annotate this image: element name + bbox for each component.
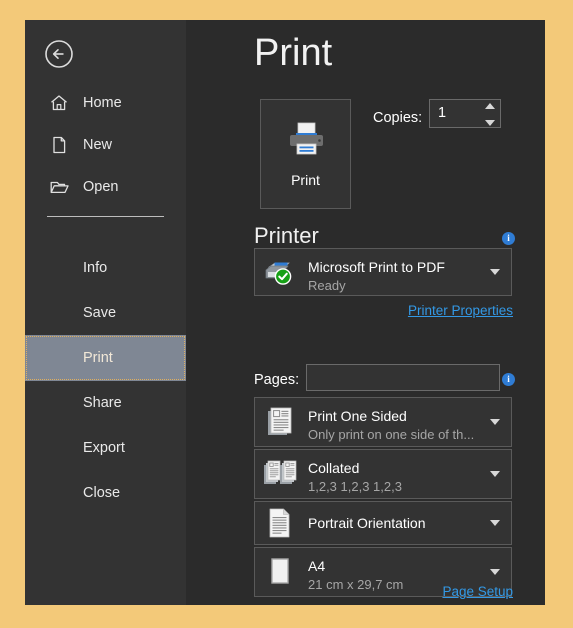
back-button[interactable]: [43, 38, 75, 70]
spinner-up-icon[interactable]: [484, 103, 495, 109]
sidebar-item-label: Print: [83, 350, 113, 366]
sidebar-item-save[interactable]: Save: [25, 293, 186, 333]
printer-ready-icon: [263, 255, 297, 289]
pages-input[interactable]: [306, 364, 500, 391]
sidebar-item-label: Close: [83, 485, 121, 501]
print-button-label: Print: [291, 172, 320, 188]
spinner-down-icon[interactable]: [484, 120, 495, 126]
page-setup-link[interactable]: Page Setup: [442, 584, 513, 599]
sidebar-item-open[interactable]: Open: [25, 167, 186, 207]
chevron-down-icon[interactable]: [490, 419, 500, 425]
sidebar-item-label: Open: [83, 179, 119, 195]
printer-info-icon[interactable]: i: [502, 232, 515, 245]
copies-spinner[interactable]: [484, 103, 495, 126]
collation-subtitle: 1,2,3 1,2,3 1,2,3: [308, 479, 402, 494]
print-button[interactable]: Print: [260, 99, 351, 209]
home-icon: [47, 91, 71, 115]
collation-select[interactable]: Collated 1,2,3 1,2,3 1,2,3: [254, 449, 512, 499]
printer-status: Ready: [308, 278, 346, 293]
printer-icon: [285, 120, 327, 158]
back-arrow-icon: [45, 40, 73, 68]
printer-name: Microsoft Print to PDF: [308, 259, 445, 275]
sidebar-item-label: Save: [83, 305, 117, 321]
print-main-panel: Print Print Copies: 1 Printer i Microsof…: [186, 20, 545, 605]
sidebar-separator: [47, 216, 164, 217]
copies-stepper[interactable]: 1: [429, 99, 501, 128]
pages-label: Pages:: [254, 372, 300, 388]
sidebar-item-label: Home: [83, 95, 122, 111]
chevron-down-icon[interactable]: [490, 471, 500, 477]
paper-size-title: A4: [308, 558, 326, 574]
sidebar-item-label: Info: [83, 260, 108, 276]
sidebar-item-home[interactable]: Home: [25, 83, 186, 123]
screenshot-frame: Home New Open Info Save Print Share Expo…: [0, 0, 573, 628]
duplex-title: Print One Sided: [308, 408, 407, 424]
collation-title: Collated: [308, 460, 360, 476]
sidebar-item-print[interactable]: Print: [25, 335, 186, 381]
sidebar-item-info[interactable]: Info: [25, 248, 186, 288]
paper-size-icon: [263, 555, 297, 589]
copies-label: Copies:: [373, 110, 423, 126]
sidebar-item-label: Export: [83, 440, 125, 456]
sidebar-item-new[interactable]: New: [25, 125, 186, 165]
printer-select[interactable]: Microsoft Print to PDF Ready: [254, 248, 512, 296]
duplex-select[interactable]: Print One Sided Only print on one side o…: [254, 397, 512, 447]
pages-info-icon[interactable]: i: [502, 373, 515, 386]
printer-properties-link[interactable]: Printer Properties: [408, 303, 513, 318]
orientation-select[interactable]: Portrait Orientation: [254, 501, 512, 545]
backstage-sidebar: Home New Open Info Save Print Share Expo…: [25, 20, 186, 605]
backstage-print-window: Home New Open Info Save Print Share Expo…: [25, 20, 545, 605]
one-sided-icon: [263, 405, 297, 439]
collated-icon: [263, 457, 297, 491]
copies-value: 1: [438, 105, 447, 121]
sidebar-item-label: Share: [83, 395, 122, 411]
duplex-subtitle: Only print on one side of th...: [308, 427, 475, 442]
sidebar-item-export[interactable]: Export: [25, 428, 186, 468]
open-folder-icon: [47, 175, 71, 199]
chevron-down-icon[interactable]: [490, 520, 500, 526]
orientation-title: Portrait Orientation: [308, 515, 426, 531]
chevron-down-icon[interactable]: [490, 269, 500, 275]
new-file-icon: [47, 133, 71, 157]
chevron-down-icon[interactable]: [490, 569, 500, 575]
sidebar-item-close[interactable]: Close: [25, 473, 186, 513]
portrait-icon: [263, 506, 297, 540]
paper-size-subtitle: 21 cm x 29,7 cm: [308, 577, 404, 592]
page-title: Print: [254, 32, 333, 74]
sidebar-item-label: New: [83, 137, 113, 153]
printer-section-heading: Printer: [254, 223, 319, 248]
sidebar-item-share[interactable]: Share: [25, 383, 186, 423]
